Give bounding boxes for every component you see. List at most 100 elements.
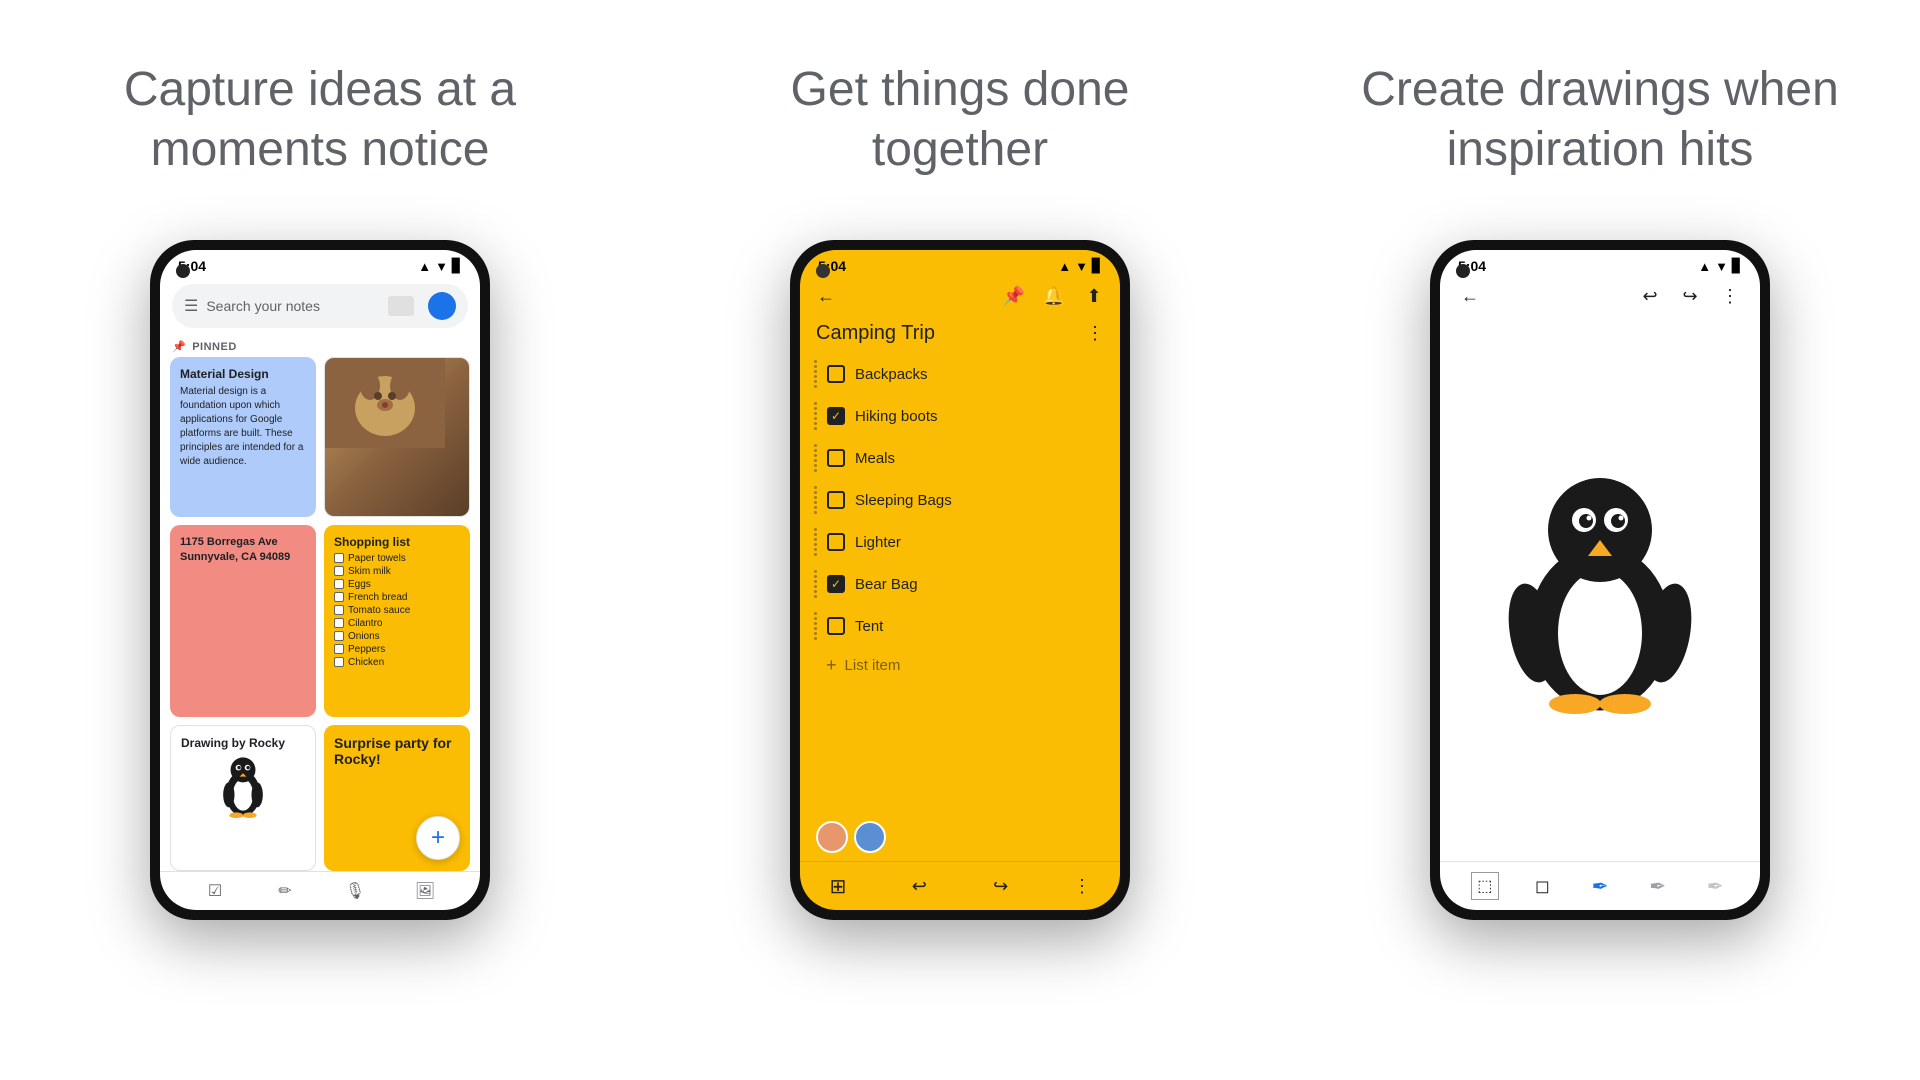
camp-item-lighter[interactable]: Lighter <box>810 521 1110 563</box>
pen-light-icon[interactable]: ✒ <box>1701 872 1729 900</box>
add-item-label: List item <box>845 657 901 674</box>
signal-icon: ▲ <box>418 259 431 274</box>
camp-item-backpacks[interactable]: Backpacks <box>810 353 1110 395</box>
note-toolbar-2: ← 📌 🔔 ⬆ <box>800 278 1120 314</box>
archive-icon[interactable]: ⬆ <box>1080 282 1108 310</box>
search-bar[interactable]: ☰ Search your notes <box>172 284 468 328</box>
bottom-toolbar-2: ⊞ ↩ ↪ ⋮ <box>800 861 1120 910</box>
eraser-tool-icon[interactable]: ◻ <box>1528 872 1556 900</box>
reminder-icon[interactable]: 🔔 <box>1040 282 1068 310</box>
notes-grid: Material Design Material design is a fou… <box>160 357 480 871</box>
image-tool-icon[interactable]: 🖼 <box>414 880 436 902</box>
collaborator-avatar-2 <box>854 821 886 853</box>
drag-handle <box>814 444 817 472</box>
camp-item-bear-bag[interactable]: ✓ Bear Bag <box>810 563 1110 605</box>
note-shopping[interactable]: Shopping list Paper towels Skim milk Egg… <box>324 525 470 718</box>
checkbox <box>334 605 344 615</box>
drag-handle <box>814 360 817 388</box>
camp-item-hiking-boots[interactable]: ✓ Hiking boots <box>810 395 1110 437</box>
status-bar-2: 5:04 ▲ ▼ ▊ <box>800 250 1120 278</box>
phone3-screen: 5:04 ▲ ▼ ▊ ← ↩ ↪ ⋮ <box>1440 250 1760 910</box>
list-item: French bread <box>334 592 460 603</box>
camp-item-meals[interactable]: Meals <box>810 437 1110 479</box>
wifi-icon-2: ▼ <box>1075 259 1088 274</box>
note-address[interactable]: 1175 Borregas Ave Sunnyvale, CA 94089 <box>170 525 316 718</box>
phone-3: 5:04 ▲ ▼ ▊ ← ↩ ↪ ⋮ <box>1430 240 1770 920</box>
mic-tool-icon[interactable]: 🎙 <box>344 880 366 902</box>
phone1-screen: 5:04 ▲ ▼ ▊ ☰ Search your notes 📌 <box>160 250 480 910</box>
collaborator-avatar-1 <box>816 821 848 853</box>
note-dog-photo[interactable] <box>324 357 470 517</box>
dog-svg <box>325 358 445 448</box>
redo-draw-icon[interactable]: ↪ <box>1676 282 1704 310</box>
headline-drawings: Create drawings when inspiration hits <box>1360 60 1840 180</box>
list-item: Cilantro <box>334 618 460 629</box>
status-icons-1: ▲ ▼ ▊ <box>418 258 462 274</box>
checkbox-backpacks[interactable] <box>827 365 845 383</box>
checkbox-bear-bag[interactable]: ✓ <box>827 575 845 593</box>
signal-icon-2: ▲ <box>1058 259 1071 274</box>
status-bar-3: 5:04 ▲ ▼ ▊ <box>1440 250 1760 278</box>
more-options-icon[interactable]: ⋮ <box>1068 872 1096 900</box>
camping-title: Camping Trip ⋮ <box>800 314 1120 349</box>
select-tool-icon[interactable]: ⬚ <box>1471 872 1499 900</box>
pen-blue-icon[interactable]: ✒ <box>1586 872 1614 900</box>
pencil-tool-icon[interactable]: ✏ <box>274 880 296 902</box>
fab-button[interactable]: + <box>416 816 460 860</box>
pin-note-icon[interactable]: 📌 <box>1000 282 1028 310</box>
back-icon-3[interactable]: ← <box>1456 282 1484 310</box>
note-body-address: 1175 Borregas Ave Sunnyvale, CA 94089 <box>180 535 306 566</box>
add-list-item[interactable]: + List item <box>810 647 1110 684</box>
list-item: Chicken <box>334 657 460 668</box>
checkbox-tool-icon[interactable]: ☑ <box>204 880 226 902</box>
signal-icon-3: ▲ <box>1698 259 1711 274</box>
penguin-drawing-svg <box>1490 448 1710 728</box>
camp-item-sleeping-bags[interactable]: Sleeping Bags <box>810 479 1110 521</box>
pinned-label: 📌 PINNED <box>160 336 480 357</box>
front-camera-2 <box>816 264 830 278</box>
camp-item-tent[interactable]: Tent <box>810 605 1110 647</box>
menu-icon: ☰ <box>184 296 198 316</box>
undo-icon[interactable]: ↩ <box>905 872 933 900</box>
note-toolbar-icons: 📌 🔔 ⬆ <box>1000 282 1108 310</box>
checkbox-lighter[interactable] <box>827 533 845 551</box>
checkbox-hiking-boots[interactable]: ✓ <box>827 407 845 425</box>
more-icon[interactable]: ⋮ <box>1086 323 1104 344</box>
drag-handle <box>814 570 817 598</box>
penguin-small-svg <box>213 754 273 822</box>
list-item: Onions <box>334 631 460 642</box>
camping-list: Backpacks ✓ Hiking boots Meals <box>800 349 1120 813</box>
back-icon[interactable]: ← <box>812 282 840 310</box>
pin-icon: 📌 <box>172 340 186 353</box>
column-together: Get things done together 5:04 ▲ ▼ ▊ ← <box>640 0 1280 1080</box>
item-label: Tent <box>855 618 883 635</box>
redo-icon[interactable]: ↪ <box>987 872 1015 900</box>
more-draw-icon[interactable]: ⋮ <box>1716 282 1744 310</box>
grid-icon <box>388 296 414 316</box>
note-title-shopping: Shopping list <box>334 535 460 549</box>
checkbox-meals[interactable] <box>827 449 845 467</box>
drawing-canvas[interactable] <box>1440 314 1760 861</box>
list-item: Tomato sauce <box>334 605 460 616</box>
item-label: Hiking boots <box>855 408 938 425</box>
drag-handle <box>814 612 817 640</box>
column-drawings: Create drawings when inspiration hits 5:… <box>1280 0 1920 1080</box>
checkbox-sleeping-bags[interactable] <box>827 491 845 509</box>
user-avatar[interactable] <box>428 292 456 320</box>
checkbox-tent[interactable] <box>827 617 845 635</box>
note-material-design[interactable]: Material Design Material design is a fou… <box>170 357 316 517</box>
pen-gray-icon[interactable]: ✒ <box>1644 872 1672 900</box>
drawing-toolbar-bottom: ⬚ ◻ ✒ ✒ ✒ <box>1440 861 1760 910</box>
checkbox <box>334 618 344 628</box>
search-text: Search your notes <box>206 298 380 314</box>
note-drawing-rocky[interactable]: Drawing by Rocky <box>170 725 316 871</box>
column-capture: Capture ideas at a moments notice 5:04 ▲… <box>0 0 640 1080</box>
battery-icon: ▊ <box>452 258 462 274</box>
note-body-material: Material design is a foundation upon whi… <box>180 385 306 469</box>
phone-1: 5:04 ▲ ▼ ▊ ☰ Search your notes 📌 <box>150 240 490 920</box>
undo-draw-icon[interactable]: ↩ <box>1636 282 1664 310</box>
checkbox <box>334 553 344 563</box>
add-note-icon[interactable]: ⊞ <box>824 872 852 900</box>
checkbox <box>334 644 344 654</box>
item-label: Lighter <box>855 534 901 551</box>
